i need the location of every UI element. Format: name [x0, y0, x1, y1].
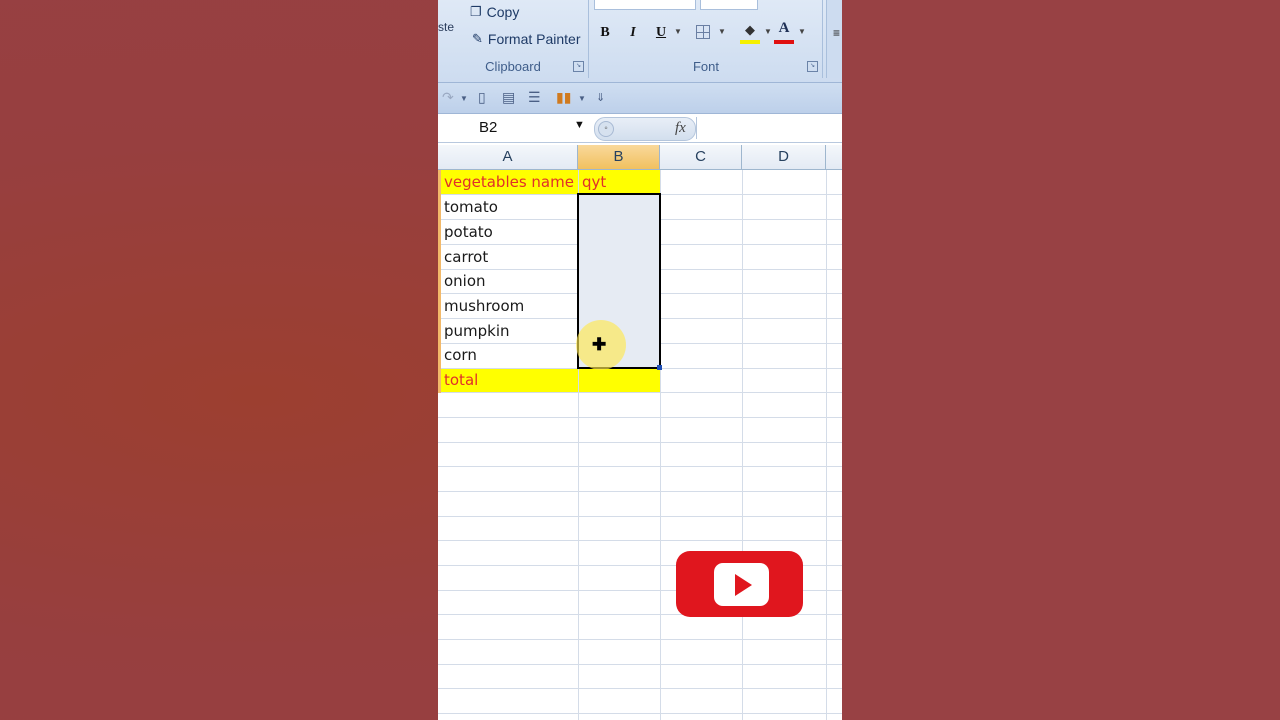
format-painter-button[interactable]: ✎ Format Painter	[472, 31, 581, 47]
insert-function-button[interactable]: fx	[675, 120, 686, 137]
redo-icon[interactable]: ↷	[442, 89, 454, 106]
clipboard-launcher-icon[interactable]: ↘	[573, 61, 584, 72]
cell-a2[interactable]: tomato	[444, 195, 498, 219]
name-box-dropdown-icon[interactable]: ▼	[574, 119, 585, 131]
function-area: ◦ fx	[594, 117, 696, 141]
cell-a5[interactable]: onion	[444, 269, 486, 293]
cell-b1[interactable]: qyt	[582, 170, 606, 194]
new-document-icon[interactable]: ▯	[478, 89, 486, 106]
quick-access-toolbar: ↷ ▼ ▯ ▤ ☰ ▮▮ ▼ ⇓	[438, 83, 842, 114]
cell-cursor-icon: ✚	[592, 335, 607, 354]
background-right	[842, 0, 1280, 720]
column-header-c[interactable]: C	[660, 145, 742, 169]
youtube-logo[interactable]	[676, 551, 803, 617]
alignment-group-edge: ≡	[826, 0, 842, 78]
cell-a3[interactable]: potato	[444, 220, 493, 244]
font-launcher-icon[interactable]: ↘	[807, 61, 818, 72]
cell-a6[interactable]: mushroom	[444, 294, 524, 318]
redo-dropdown-icon[interactable]: ▼	[460, 94, 468, 103]
bold-button[interactable]: B	[594, 22, 616, 44]
youtube-play-icon	[714, 563, 769, 606]
formula-input[interactable]	[696, 117, 842, 139]
cell-a7[interactable]: pumpkin	[444, 319, 510, 343]
font-color-icon[interactable]: A	[774, 20, 794, 40]
customize-toolbar-icon[interactable]: ⇓	[596, 91, 605, 104]
copy-button[interactable]: ❐ Copy	[470, 4, 519, 20]
form-icon[interactable]: ▤	[502, 89, 515, 106]
fill-dropdown-icon[interactable]: ▼	[764, 27, 772, 36]
column-header-b[interactable]: B	[578, 145, 660, 169]
fill-color-swatch	[740, 40, 760, 44]
clipboard-group-label: Clipboard	[485, 59, 541, 74]
formula-bar: B2 ▼ ◦ fx	[438, 114, 842, 143]
underline-button[interactable]: U	[650, 22, 672, 44]
cell-a1[interactable]: vegetables name	[444, 170, 574, 194]
column-header-d[interactable]: D	[742, 145, 826, 169]
font-color-swatch	[774, 40, 794, 44]
expand-icon[interactable]: ◦	[598, 121, 614, 137]
column-header-a[interactable]: A	[438, 145, 578, 169]
list-icon[interactable]: ☰	[528, 89, 541, 106]
font-name-box[interactable]	[594, 0, 696, 10]
italic-button[interactable]: I	[622, 22, 644, 44]
font-group-label: Font	[692, 59, 719, 74]
borders-dropdown-icon[interactable]: ▼	[718, 27, 726, 36]
cell-a4[interactable]: carrot	[444, 245, 488, 269]
format-painter-label: Format Painter	[487, 31, 581, 47]
font-color-dropdown-icon[interactable]: ▼	[798, 27, 806, 36]
paste-label[interactable]: ste	[438, 20, 454, 34]
align-icon[interactable]: ≡	[833, 26, 840, 40]
cell-a9[interactable]: total	[444, 368, 478, 392]
column-headers: A B C D	[438, 145, 842, 170]
chart-icon[interactable]: ▮▮	[556, 89, 571, 106]
borders-icon[interactable]	[696, 25, 710, 39]
fill-handle[interactable]	[657, 365, 662, 370]
font-group: B I U ▼ ▼ ◆ ▼ A ▼ Font ↘	[590, 0, 823, 78]
ribbon: ste ❐ Copy ✎ Format Painter Clipboard ↘ …	[438, 0, 842, 83]
copy-label: Copy	[486, 4, 520, 20]
font-size-box[interactable]	[700, 0, 758, 10]
copy-icon: ❐	[470, 4, 482, 19]
chart-dropdown-icon[interactable]: ▼	[578, 94, 586, 103]
name-box[interactable]: B2	[438, 116, 588, 140]
row-header-edge	[438, 170, 441, 393]
format-painter-icon: ✎	[472, 31, 483, 46]
underline-dropdown-icon[interactable]: ▼	[674, 27, 682, 36]
clipboard-group: ste ❐ Copy ✎ Format Painter Clipboard ↘	[438, 0, 589, 78]
cell-a8[interactable]: corn	[444, 343, 477, 367]
